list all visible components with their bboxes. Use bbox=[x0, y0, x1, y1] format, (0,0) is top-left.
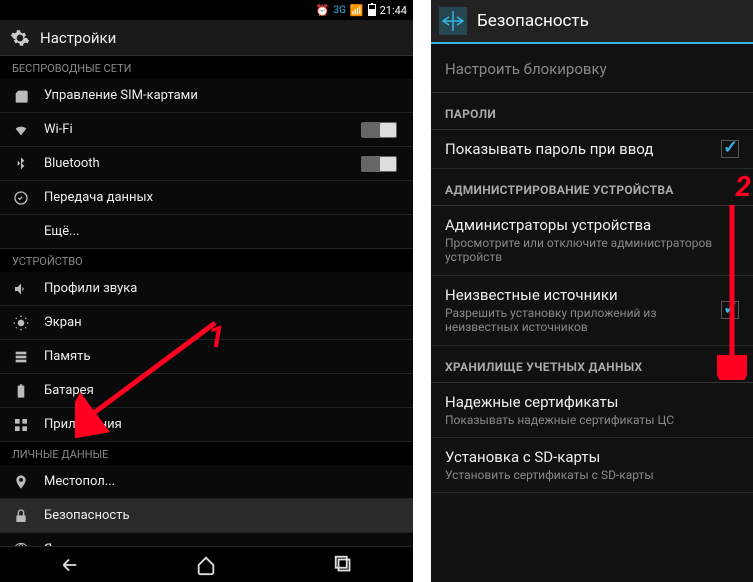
item-sublabel: Показывать надежные сертификаты ЦС bbox=[445, 413, 739, 427]
item-wifi[interactable]: Wi-Fi bbox=[0, 113, 413, 147]
item-device-admin[interactable]: Администраторы устройства Просмотрите ил… bbox=[431, 206, 753, 276]
item-bluetooth[interactable]: Bluetooth bbox=[0, 147, 413, 181]
item-security[interactable]: Безопасность bbox=[0, 499, 413, 533]
item-data-usage[interactable]: Передача данных bbox=[0, 181, 413, 215]
item-label: Ещё... bbox=[44, 224, 401, 239]
location-icon bbox=[12, 473, 30, 491]
item-lock-setup[interactable]: Настроить блокировку bbox=[431, 44, 753, 93]
lock-icon bbox=[12, 507, 30, 525]
nav-bar bbox=[0, 546, 413, 582]
blank-icon bbox=[12, 223, 30, 241]
page-title: Безопасность bbox=[477, 11, 589, 31]
section-wireless: БЕСПРОВОДНЫЕ СЕТИ bbox=[0, 56, 413, 79]
sim-icon bbox=[12, 87, 30, 105]
item-location[interactable]: Местопол... bbox=[0, 465, 413, 499]
item-label: Безопасность bbox=[44, 508, 401, 523]
item-apps[interactable]: Приложения bbox=[0, 408, 413, 442]
item-label: Установка с SD-карты bbox=[445, 448, 739, 466]
item-label: Местопол... bbox=[44, 474, 401, 489]
item-show-password[interactable]: Показывать пароль при ввод bbox=[431, 130, 753, 169]
item-label: Показывать пароль при ввод bbox=[445, 140, 711, 158]
item-label: Неизвестные источники bbox=[445, 286, 711, 304]
section-device: УСТРОЙСТВО bbox=[0, 249, 413, 272]
item-sim[interactable]: Управление SIM-картами bbox=[0, 79, 413, 113]
item-label: Администраторы устройства bbox=[445, 216, 739, 234]
settings-list[interactable]: БЕСПРОВОДНЫЕ СЕТИ Управление SIM-картами… bbox=[0, 56, 413, 546]
unknown-sources-checkbox[interactable] bbox=[721, 301, 739, 319]
item-language[interactable]: Язык и ввод bbox=[0, 533, 413, 546]
bluetooth-icon bbox=[12, 155, 30, 173]
item-label: Передача данных bbox=[44, 190, 401, 205]
wifi-icon bbox=[12, 121, 30, 139]
item-label: Приложения bbox=[44, 417, 401, 432]
item-sublabel: Разрешить установку приложений из неизве… bbox=[445, 306, 711, 335]
security-screen: Безопасность Настроить блокировку ПАРОЛИ… bbox=[431, 0, 753, 582]
show-password-checkbox[interactable] bbox=[721, 140, 739, 158]
recent-button[interactable] bbox=[333, 554, 355, 576]
display-icon bbox=[12, 314, 30, 332]
item-more[interactable]: Ещё... bbox=[0, 215, 413, 249]
item-sublabel: Просмотрите или отключите администраторо… bbox=[445, 236, 739, 265]
item-label: Батарея bbox=[44, 383, 401, 398]
title-bar: Безопасность bbox=[431, 0, 753, 44]
page-title: Настройки bbox=[40, 29, 116, 47]
item-label: Экран bbox=[44, 315, 401, 330]
item-battery[interactable]: Батарея bbox=[0, 374, 413, 408]
gear-icon bbox=[10, 28, 30, 48]
section-personal: ЛИЧНЫЕ ДАННЫЕ bbox=[0, 442, 413, 465]
clock: 21:44 bbox=[380, 4, 407, 17]
storage-icon bbox=[12, 348, 30, 366]
item-sound[interactable]: Профили звука bbox=[0, 272, 413, 306]
item-display[interactable]: Экран bbox=[0, 306, 413, 340]
wifi-toggle[interactable] bbox=[361, 122, 397, 138]
item-label: Wi-Fi bbox=[44, 122, 347, 137]
item-label: Надежные сертификаты bbox=[445, 393, 739, 411]
item-sublabel: Установить сертификаты с SD-карты bbox=[445, 468, 739, 482]
apps-icon bbox=[12, 416, 30, 434]
alarm-icon: ⏰ bbox=[316, 4, 330, 17]
item-label: Bluetooth bbox=[44, 156, 347, 171]
settings-screen: ⏰ 3G 📶 21:44 Настройки БЕСПРОВОДНЫЕ СЕТИ… bbox=[0, 0, 413, 582]
section-passwords: ПАРОЛИ bbox=[431, 93, 753, 130]
data-icon bbox=[12, 189, 30, 207]
home-button[interactable] bbox=[195, 554, 217, 576]
item-unknown-sources[interactable]: Неизвестные источники Разрешить установк… bbox=[431, 276, 753, 346]
item-trusted-certs[interactable]: Надежные сертификаты Показывать надежные… bbox=[431, 383, 753, 438]
item-memory[interactable]: Память bbox=[0, 340, 413, 374]
bluetooth-toggle[interactable] bbox=[361, 156, 397, 172]
item-label: Настроить блокировку bbox=[445, 60, 607, 78]
section-credentials: ХРАНИЛИЩЕ УЧЕТНЫХ ДАННЫХ bbox=[431, 346, 753, 383]
signal-icon: 📶 bbox=[350, 4, 364, 17]
battery-icon bbox=[12, 382, 30, 400]
security-list[interactable]: Настроить блокировку ПАРОЛИ Показывать п… bbox=[431, 44, 753, 493]
item-label: Память bbox=[44, 349, 401, 364]
section-admin: АДМИНИСТРИРОВАНИЕ УСТРОЙСТВА bbox=[431, 169, 753, 206]
item-label: Профили звука bbox=[44, 281, 401, 296]
battery-icon bbox=[368, 4, 376, 16]
network-type: 3G bbox=[333, 5, 345, 16]
item-label: Управление SIM-картами bbox=[44, 88, 401, 103]
item-sd-install[interactable]: Установка с SD-карты Установить сертифик… bbox=[431, 438, 753, 493]
title-bar: Настройки bbox=[0, 20, 413, 56]
status-bar: ⏰ 3G 📶 21:44 bbox=[0, 0, 413, 20]
back-button[interactable] bbox=[58, 554, 80, 576]
sound-icon bbox=[12, 280, 30, 298]
back-icon[interactable] bbox=[439, 7, 467, 35]
